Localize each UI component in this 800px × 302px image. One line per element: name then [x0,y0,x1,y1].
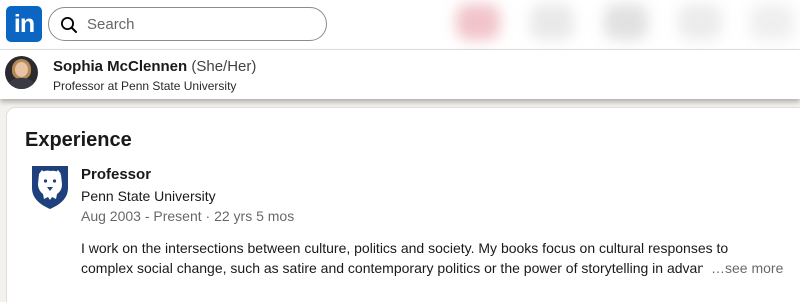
section-title: Experience [25,129,132,151]
employment-dates: Aug 2003 - Present · 22 yrs 5 mos [81,208,295,224]
avatar-face [15,62,28,77]
search-input[interactable] [87,9,317,39]
search-box[interactable] [48,7,327,41]
job-description: I work on the intersections between cult… [81,238,781,278]
profile-headline: Professor at Penn State University [53,79,237,93]
job-title[interactable]: Professor [81,166,151,184]
penn-state-shield-icon[interactable] [29,164,71,210]
nav-blur-item [604,4,648,40]
description-line: I work on the intersections between cult… [81,240,729,256]
global-nav: in [0,0,800,50]
profile-name[interactable]: Sophia McClennen [53,58,187,75]
nav-blur-item [678,4,722,40]
nav-icons-blurred [430,0,800,50]
profile-pronouns: (She/Her) [191,58,257,75]
avatar[interactable] [5,56,38,89]
linkedin-logo[interactable]: in [6,6,42,42]
nav-blur-item [456,4,500,40]
profile-name-line: Sophia McClennen (She/Her) [53,58,256,76]
company-name[interactable]: Penn State University [81,188,216,205]
avatar-body [9,78,34,89]
see-more-button[interactable]: …see more [709,258,784,278]
description-line: complex social change, such as satire an… [81,260,703,276]
nav-blur-item [530,4,574,40]
nav-blur-item [750,4,794,40]
search-icon [61,17,77,33]
